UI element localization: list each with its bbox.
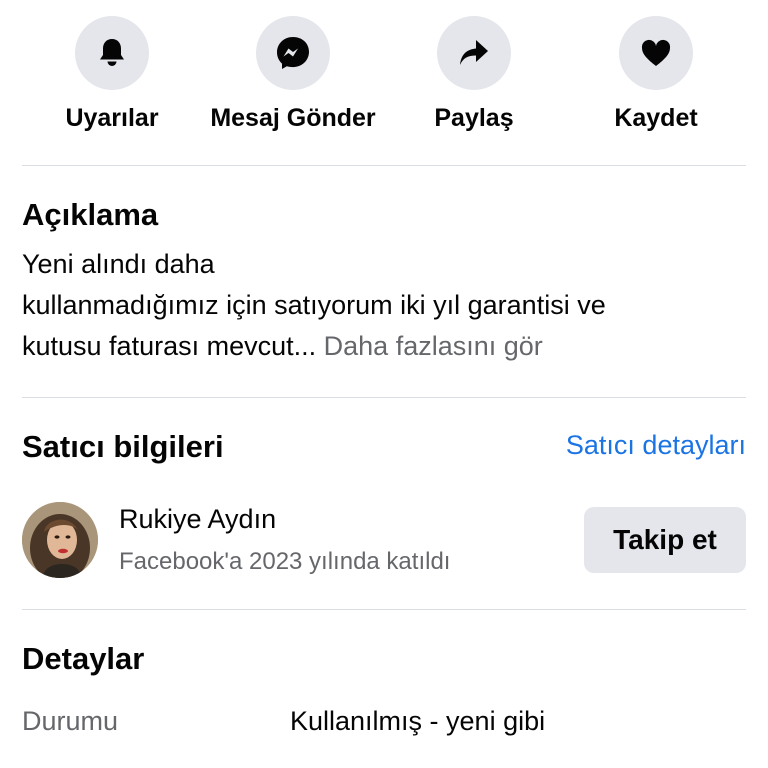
description-title: Açıklama xyxy=(22,197,159,232)
description-line-2: kullanmadığımız için satıyorum iki yıl g… xyxy=(22,290,606,320)
avatar-image xyxy=(22,502,98,578)
share-button[interactable]: Paylaş xyxy=(424,16,524,133)
save-button[interactable]: Kaydet xyxy=(606,16,706,133)
share-icon xyxy=(460,40,488,65)
share-label: Paylaş xyxy=(434,104,514,132)
alerts-button[interactable]: Uyarılar xyxy=(62,16,162,133)
send-message-label: Mesaj Gönder xyxy=(210,104,376,132)
seller-name[interactable]: Rukiye Aydın xyxy=(119,504,276,535)
share-circle xyxy=(437,16,511,90)
seller-info-title: Satıcı bilgileri xyxy=(22,429,224,464)
send-message-circle xyxy=(256,16,330,90)
divider xyxy=(22,609,746,610)
divider xyxy=(22,165,746,166)
seller-avatar[interactable] xyxy=(22,502,98,578)
alerts-circle xyxy=(75,16,149,90)
seller-details-link[interactable]: Satıcı detayları xyxy=(566,430,746,461)
marketplace-listing-page: Uyarılar Mesaj Gönder Paylaş Kaydet Açık… xyxy=(0,0,768,768)
description-line-1: Yeni alındı daha xyxy=(22,249,215,279)
bell-icon xyxy=(100,39,124,66)
follow-button[interactable]: Takip et xyxy=(584,507,746,573)
action-row: Uyarılar Mesaj Gönder Paylaş Kaydet xyxy=(0,16,768,136)
top-strip xyxy=(0,0,768,6)
heart-icon xyxy=(641,39,671,66)
divider xyxy=(22,397,746,398)
messenger-icon xyxy=(277,37,309,69)
save-circle xyxy=(619,16,693,90)
details-title: Detaylar xyxy=(22,641,145,676)
description-text: Yeni alındı daha kullanmadığımız için sa… xyxy=(22,244,742,367)
save-label: Kaydet xyxy=(614,104,698,132)
seller-joined-text: Facebook'a 2023 yılında katıldı xyxy=(119,548,451,575)
condition-value: Kullanılmış - yeni gibi xyxy=(290,706,546,736)
see-more-link[interactable]: Daha fazlasını gör xyxy=(324,331,543,361)
condition-label: Durumu xyxy=(22,706,119,736)
alerts-label: Uyarılar xyxy=(65,104,159,132)
description-line-3: kutusu faturası mevcut... xyxy=(22,331,317,361)
send-message-button[interactable]: Mesaj Gönder xyxy=(203,16,383,133)
